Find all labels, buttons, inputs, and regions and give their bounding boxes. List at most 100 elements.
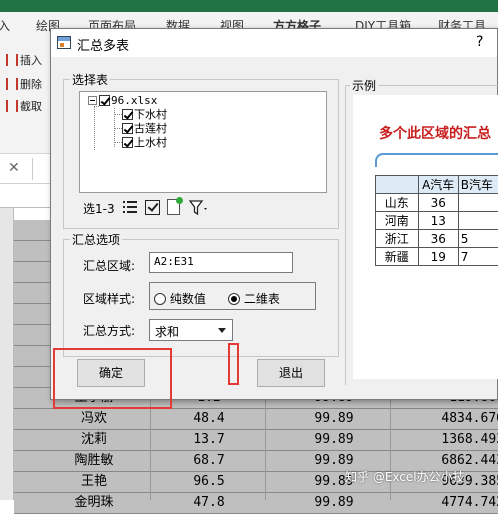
select-table-label: 选择表 [70, 71, 110, 88]
ribbon-insert-button[interactable]: 插入 [6, 52, 42, 68]
example-cell: B汽车 [458, 176, 498, 194]
cell-name[interactable]: 金明珠 [34, 493, 154, 513]
method-select[interactable]: 求和 [149, 319, 233, 341]
tree-connector [94, 106, 95, 150]
example-table: A汽车B汽车山东36河南13浙江365新疆197 [375, 175, 498, 266]
sheet-tree[interactable]: 96.xlsx 下水村 古莲村 上水村 [79, 91, 327, 193]
excel-title-bar [0, 0, 498, 12]
cell-v1[interactable]: 47.8 [154, 493, 264, 513]
example-title: 多个此区域的汇总 [379, 123, 491, 143]
add-file-icon[interactable] [167, 199, 180, 215]
radio-2d-table-label: 二维表 [244, 292, 280, 306]
collapse-icon[interactable] [88, 96, 97, 105]
example-cell: 5 [458, 230, 498, 248]
range-label: 汇总区域: [83, 257, 135, 274]
cell-v2[interactable]: 99.89 [274, 409, 394, 429]
tree-sheet-xiashuicun[interactable]: 下水村 [122, 108, 167, 121]
cell-v1[interactable]: 48.4 [154, 409, 264, 429]
sheet-checkbox[interactable] [122, 137, 133, 148]
example-cell: 河南 [376, 212, 419, 230]
example-label: 示例 [350, 77, 378, 94]
cell-v3[interactable]: 4774.742 [394, 493, 498, 513]
dialog-title-bar: 汇总多表 ? [51, 29, 497, 57]
close-icon[interactable]: ✕ [8, 160, 20, 176]
cell-v3[interactable]: 1368.493 [394, 430, 498, 450]
style-label: 区域样式: [83, 290, 135, 307]
cell-name[interactable]: 陶胜敏 [34, 451, 154, 471]
row-header-column [0, 208, 14, 500]
chevron-down-icon[interactable] [218, 328, 226, 333]
ribbon-delete-button[interactable]: 删除 [6, 76, 42, 92]
list-icon[interactable] [123, 201, 137, 213]
table-row[interactable]: 冯欢48.4 99.894834.676 [14, 409, 498, 430]
cell-v2[interactable]: 99.89 [274, 493, 394, 513]
filter-icon[interactable] [189, 200, 209, 216]
method-value: 求和 [155, 325, 179, 339]
sheet-name: 古莲村 [134, 122, 167, 135]
cell-v1[interactable]: 13.7 [154, 430, 264, 450]
example-row: 河南13 [376, 212, 498, 230]
highlight-box-ok-button [53, 348, 172, 409]
example-cell: 浙江 [376, 230, 419, 248]
workbook-checkbox[interactable] [99, 95, 110, 106]
help-button[interactable]: ? [476, 34, 483, 50]
cell-name[interactable]: 沈莉 [34, 430, 154, 450]
ribbon-extract-button[interactable]: 截取 [6, 98, 42, 114]
range-input[interactable]: A2:E31 [149, 252, 293, 273]
example-cell: 山东 [376, 194, 419, 212]
workbook-name: 96.xlsx [111, 94, 157, 107]
example-cell [458, 212, 498, 230]
cell-name[interactable]: 王艳 [34, 472, 154, 492]
tree-connector [114, 114, 122, 115]
example-cell: 19 [418, 248, 458, 266]
example-cell [376, 176, 419, 194]
cell-v2[interactable]: 99.89 [274, 430, 394, 450]
sheet-checkbox[interactable] [122, 109, 133, 120]
sheet-name: 上水村 [134, 136, 167, 149]
style-radio-group: 纯数值 二维表 [149, 282, 316, 310]
watermark: 知乎 @Excel办公小技 [345, 468, 465, 485]
method-label: 汇总方式: [83, 322, 135, 339]
formula-divider [32, 158, 33, 180]
tree-sheet-gulian[interactable]: 古莲村 [122, 122, 167, 135]
cell-name[interactable]: 冯欢 [34, 409, 154, 429]
exit-button[interactable]: 退出 [257, 359, 325, 387]
extract-icon [6, 100, 18, 112]
table-row[interactable]: 金明珠47.8 99.894774.742 [14, 493, 498, 514]
select-range-link[interactable]: 选1-3 [83, 200, 115, 217]
example-row: 山东36 [376, 194, 498, 212]
cell-v1[interactable]: 68.7 [154, 451, 264, 471]
example-cell: 13 [418, 212, 458, 230]
summary-dialog: 汇总多表 ? 选择表 96.xlsx 下水村 古莲村 上水村 选1-3 [50, 28, 498, 400]
radio-values[interactable] [154, 293, 166, 305]
sheet-checkbox[interactable] [122, 123, 133, 134]
example-cell: 36 [418, 194, 458, 212]
example-cell: A汽车 [418, 176, 458, 194]
example-header-row: A汽车B汽车 [376, 176, 498, 194]
sheet-name: 下水村 [134, 108, 167, 121]
dialog-app-icon [57, 36, 71, 49]
sheet-toolbar: 选1-3 [79, 197, 327, 219]
style-option-2d-table[interactable]: 二维表 [228, 290, 280, 307]
example-row: 新疆197 [376, 248, 498, 266]
dialog-title: 汇总多表 [77, 35, 129, 54]
ribbon-insert-label: 插入 [20, 54, 42, 67]
select-all-icon[interactable] [145, 200, 160, 215]
example-row: 浙江365 [376, 230, 498, 248]
style-option-values[interactable]: 纯数值 [154, 290, 206, 307]
cell-v1[interactable]: 96.5 [154, 472, 264, 492]
tree-root-workbook[interactable]: 96.xlsx [88, 94, 157, 107]
example-cell: 新疆 [376, 248, 419, 266]
ribbon-tab-insert[interactable]: 入 [0, 17, 10, 34]
example-preview: 多个此区域的汇总 A汽车B汽车山东36河南13浙江365新疆197 [353, 95, 498, 379]
tree-connector [114, 128, 122, 129]
cell-v3[interactable]: 4834.676 [394, 409, 498, 429]
delete-icon [6, 78, 18, 90]
example-cell: 36 [418, 230, 458, 248]
highlight-box-divider [228, 343, 239, 385]
summary-options-label: 汇总选项 [70, 231, 122, 248]
radio-2d-table[interactable] [228, 293, 240, 305]
tree-sheet-shangshuicun[interactable]: 上水村 [122, 136, 167, 149]
ribbon-delete-label: 删除 [20, 78, 42, 91]
table-row[interactable]: 沈莉13.7 99.891368.493 [14, 430, 498, 451]
